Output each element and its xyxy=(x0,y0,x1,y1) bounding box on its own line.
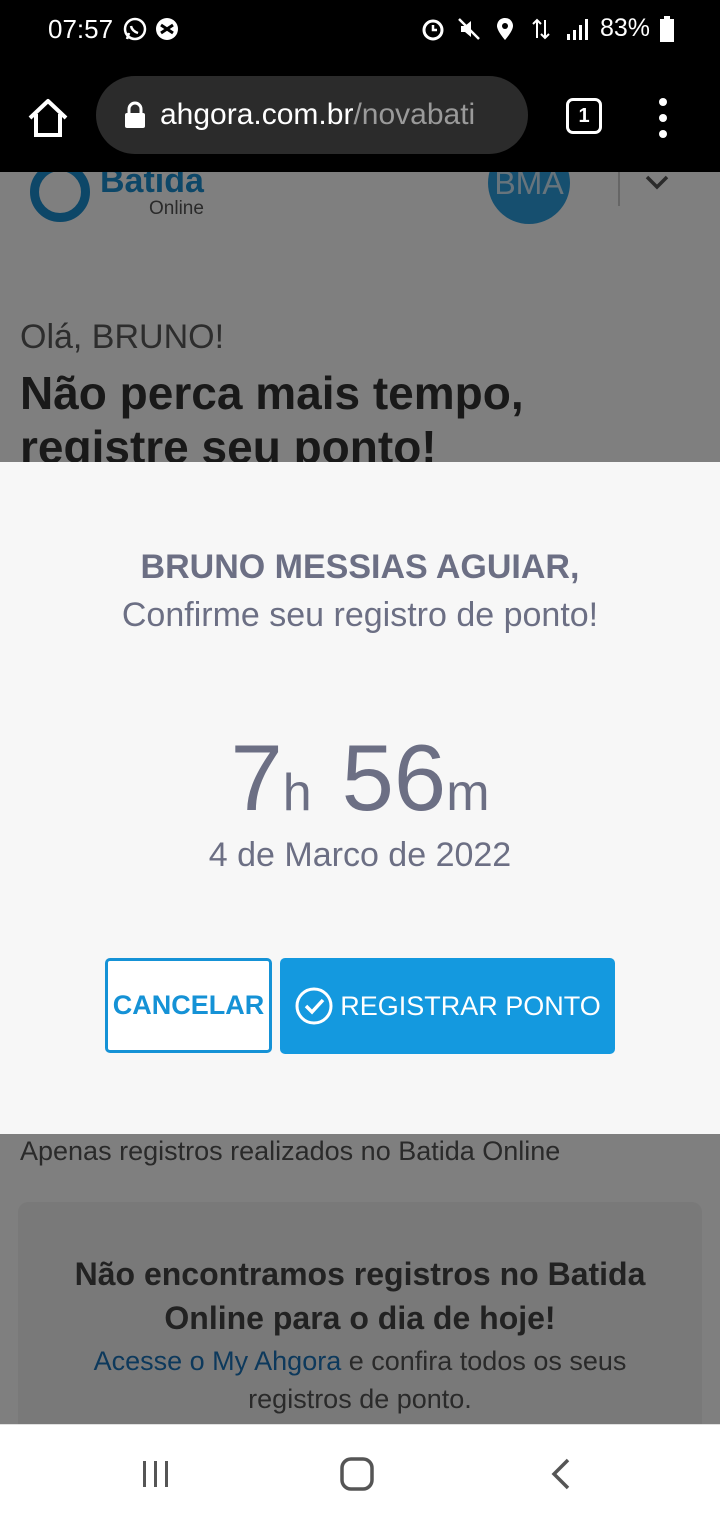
mute-icon xyxy=(458,17,480,40)
clock-hours: 7 xyxy=(230,725,283,830)
clock-display: 7h 56m xyxy=(0,724,720,832)
cancel-button[interactable]: CANCELAR xyxy=(105,958,272,1053)
clock-hours-unit: h xyxy=(282,764,312,822)
url-host: ahgora.com.br xyxy=(160,98,354,131)
whatsapp-icon xyxy=(123,17,147,41)
data-icon xyxy=(532,18,550,39)
system-nav-bar xyxy=(0,1424,720,1520)
signal-icon xyxy=(566,18,588,40)
check-circle-icon xyxy=(295,987,333,1025)
browser-toolbar: ahgora.com.br/novabati 1 xyxy=(0,60,720,172)
more-menu-icon[interactable] xyxy=(648,96,678,140)
battery-icon xyxy=(660,15,674,42)
location-icon xyxy=(496,17,513,40)
url-path: /novabati xyxy=(353,98,476,131)
register-punch-button[interactable]: REGISTRAR PONTO xyxy=(280,958,615,1054)
status-bar: 07:57 83% xyxy=(0,0,720,60)
address-bar[interactable]: ahgora.com.br/novabati xyxy=(96,76,528,154)
modal-subtitle: Confirme seu registro de ponto! xyxy=(121,596,599,634)
alarm-icon xyxy=(422,19,444,40)
modal-date: 4 de Marco de 2022 xyxy=(208,836,512,874)
status-time: 07:57 xyxy=(48,14,114,44)
app-notification-icon xyxy=(156,18,178,40)
confirm-punch-modal: BRUNO MESSIAS AGUIAR, Confirme seu regis… xyxy=(0,462,720,1134)
tab-switcher-button[interactable]: 1 xyxy=(566,98,602,134)
back-icon[interactable] xyxy=(548,1457,572,1491)
employee-name: BRUNO MESSIAS AGUIAR, xyxy=(140,548,580,586)
recent-apps-icon[interactable] xyxy=(138,1459,174,1489)
home-icon[interactable] xyxy=(24,94,72,142)
clock-minutes: 56 xyxy=(341,725,447,830)
register-punch-label: REGISTRAR PONTO xyxy=(340,990,601,1021)
lock-icon xyxy=(125,101,145,128)
nav-home-icon[interactable] xyxy=(340,1457,374,1491)
clock-minutes-unit: m xyxy=(446,764,490,822)
battery-percent: 83% xyxy=(599,14,650,42)
